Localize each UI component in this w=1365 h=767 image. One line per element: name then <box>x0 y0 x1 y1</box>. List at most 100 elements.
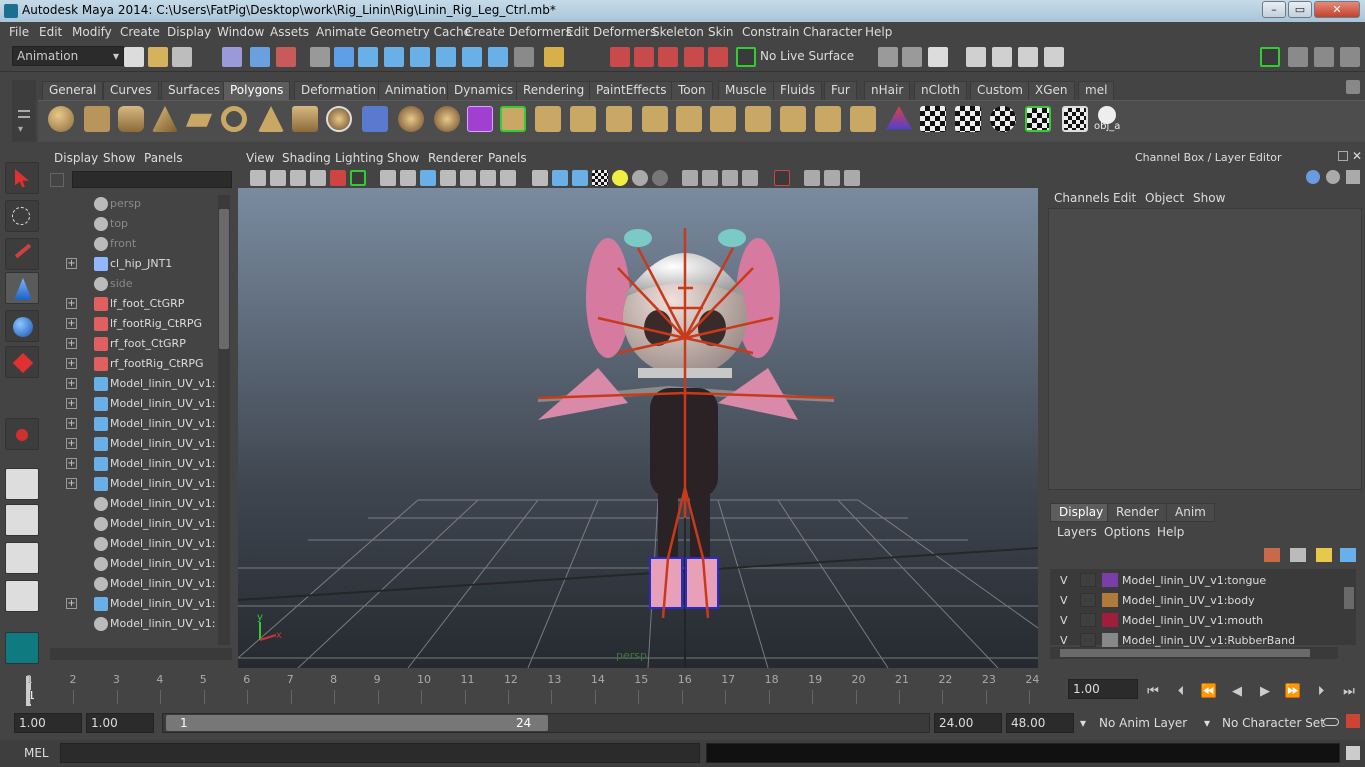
rotate-tool-icon[interactable] <box>5 310 39 342</box>
wireframe-icon[interactable] <box>532 170 548 186</box>
poly-sphere-icon[interactable] <box>48 106 74 132</box>
expand-icon[interactable]: + <box>66 458 77 469</box>
channel-box-icon[interactable] <box>1340 47 1360 67</box>
expand-icon[interactable]: + <box>66 398 77 409</box>
menu-create-deformers[interactable]: Create Deformers <box>465 25 572 39</box>
viewport-menu-view[interactable]: View <box>246 151 274 165</box>
shelf-tab-nhair[interactable]: nHair <box>864 81 911 100</box>
fill-hole-icon[interactable] <box>850 106 876 132</box>
layer-visibility-toggle[interactable]: V <box>1060 634 1068 647</box>
menu-geometry-cache[interactable]: Geometry Cache <box>370 25 471 39</box>
playback-end-field[interactable]: 24.00 <box>934 713 1002 733</box>
layer-hscrollbar[interactable] <box>1050 647 1338 659</box>
expand-icon[interactable]: + <box>66 438 77 449</box>
safe-title-icon[interactable] <box>500 170 516 186</box>
step-back-key-icon[interactable]: ⏪ <box>1200 683 1218 701</box>
play-forwards-icon[interactable]: ▶ <box>1256 683 1274 701</box>
attribute-editor-icon[interactable] <box>1288 47 1308 67</box>
auto-key-icon[interactable] <box>1323 718 1339 726</box>
outliner-item[interactable]: front <box>50 234 216 254</box>
menu-modify[interactable]: Modify <box>72 25 112 39</box>
construction-history-icon[interactable] <box>928 47 948 67</box>
minimize-button[interactable]: – <box>1262 1 1286 18</box>
bridge-icon[interactable] <box>535 106 561 132</box>
outliner-item[interactable]: + cl_hip_JNT1 <box>50 254 216 274</box>
anim-layer-selector[interactable]: No Anim Layer <box>1099 716 1187 730</box>
menu-create[interactable]: Create <box>120 25 160 39</box>
four-view-layout-icon[interactable] <box>5 504 39 536</box>
move-layer-up-icon[interactable] <box>1264 548 1280 562</box>
outliner-scrollbar[interactable] <box>218 195 230 645</box>
magnet-icon[interactable] <box>736 47 756 67</box>
menu-skeleton[interactable]: Skeleton <box>652 25 704 39</box>
layer-visibility-toggle[interactable]: V <box>1060 614 1068 627</box>
make-live-icon[interactable] <box>708 47 728 67</box>
outliner-menu-show[interactable]: Show <box>103 151 135 165</box>
collapse-icon[interactable] <box>780 106 806 132</box>
trash-icon[interactable] <box>1346 80 1360 94</box>
spherical-mapping-icon[interactable] <box>990 106 1016 132</box>
object-menu[interactable]: Object <box>1145 191 1184 205</box>
menu-animate[interactable]: Animate <box>316 25 366 39</box>
expand-icon[interactable]: + <box>66 478 77 489</box>
play-backwards-icon[interactable]: ◀ <box>1228 683 1246 701</box>
attribute-editor-toggle-icon[interactable] <box>1326 170 1340 184</box>
menu-display[interactable]: Display <box>167 25 211 39</box>
layer-row[interactable]: V Model_linin_UV_v1:body <box>1052 591 1340 610</box>
shelf-tab-muscle[interactable]: Muscle <box>718 81 774 100</box>
layer-row[interactable]: V Model_linin_UV_v1:tongue <box>1052 571 1340 590</box>
shelf-tab-xgen[interactable]: XGen <box>1028 81 1075 100</box>
paint-select-tool-icon[interactable] <box>5 238 39 270</box>
uv-editor-icon[interactable] <box>1062 106 1088 132</box>
show-menu[interactable]: Show <box>1193 191 1225 205</box>
snap-point-icon[interactable] <box>658 47 678 67</box>
outliner-menu-display[interactable]: Display <box>54 151 98 165</box>
wireframe-on-shaded-icon[interactable] <box>572 170 588 186</box>
outliner-item[interactable]: + Model_linin_UV_v1:po <box>50 454 216 474</box>
layer-tab-anim[interactable]: Anim <box>1166 503 1215 522</box>
channels-menu[interactable]: Channels <box>1054 191 1110 205</box>
joints-icon[interactable] <box>358 47 378 67</box>
select-component-icon[interactable] <box>276 47 296 67</box>
layer-tab-display[interactable]: Display <box>1050 503 1113 522</box>
shelf-tab-dynamics[interactable]: Dynamics <box>447 81 521 100</box>
2d-pan-zoom-icon[interactable] <box>330 170 346 186</box>
smooth-proxy-icon[interactable] <box>467 106 493 132</box>
smooth-icon[interactable] <box>434 106 460 132</box>
tool-settings-toggle-icon[interactable] <box>1346 170 1360 184</box>
shelf-tab-polygons[interactable]: Polygons <box>223 81 291 100</box>
ambient-occlusion-icon[interactable] <box>742 170 758 186</box>
layer-color-swatch[interactable] <box>1102 573 1118 587</box>
outliner-item[interactable]: top <box>50 214 216 234</box>
curves-icon[interactable] <box>384 47 404 67</box>
command-input[interactable] <box>60 743 700 763</box>
layer-playback-toggle[interactable] <box>1080 613 1096 627</box>
go-to-start-icon[interactable]: ⏮ <box>1144 683 1162 701</box>
outliner-hscrollbar[interactable] <box>50 648 232 660</box>
multisample-aa-icon[interactable] <box>702 170 718 186</box>
snap-view-plane-icon[interactable] <box>684 47 704 67</box>
poly-soccerball-icon[interactable] <box>326 106 352 132</box>
outliner-item[interactable]: + Model_linin_UV_v1:po <box>50 414 216 434</box>
outliner-item[interactable]: + Model_linin_UV_v1:po <box>50 434 216 454</box>
shelf-tab-curves[interactable]: Curves <box>103 81 159 100</box>
float-panel-icon[interactable] <box>1338 151 1348 161</box>
expand-icon[interactable]: + <box>66 378 77 389</box>
extrude-icon[interactable] <box>500 106 526 132</box>
textured-icon[interactable] <box>592 170 608 186</box>
shelf-tab-fluids[interactable]: Fluids <box>773 81 823 100</box>
xray-joints-icon[interactable] <box>824 170 840 186</box>
render-settings-icon[interactable] <box>1044 47 1064 67</box>
snap-grid-icon[interactable] <box>610 47 630 67</box>
isolate-select-icon[interactable] <box>774 170 790 186</box>
outliner-item[interactable]: Model_linin_UV_v1:po <box>50 614 216 634</box>
split-polygon-icon[interactable] <box>606 106 632 132</box>
append-polygon-icon[interactable] <box>570 106 596 132</box>
planar-mapping-icon[interactable] <box>955 106 981 132</box>
insert-edge-loop-icon[interactable] <box>642 106 668 132</box>
safe-action-icon[interactable] <box>480 170 496 186</box>
step-forward-frame-icon[interactable]: ⏵ <box>1312 683 1330 701</box>
edit-menu[interactable]: Edit <box>1113 191 1136 205</box>
film-gate-icon[interactable] <box>400 170 416 186</box>
output-ops-icon[interactable] <box>902 47 922 67</box>
